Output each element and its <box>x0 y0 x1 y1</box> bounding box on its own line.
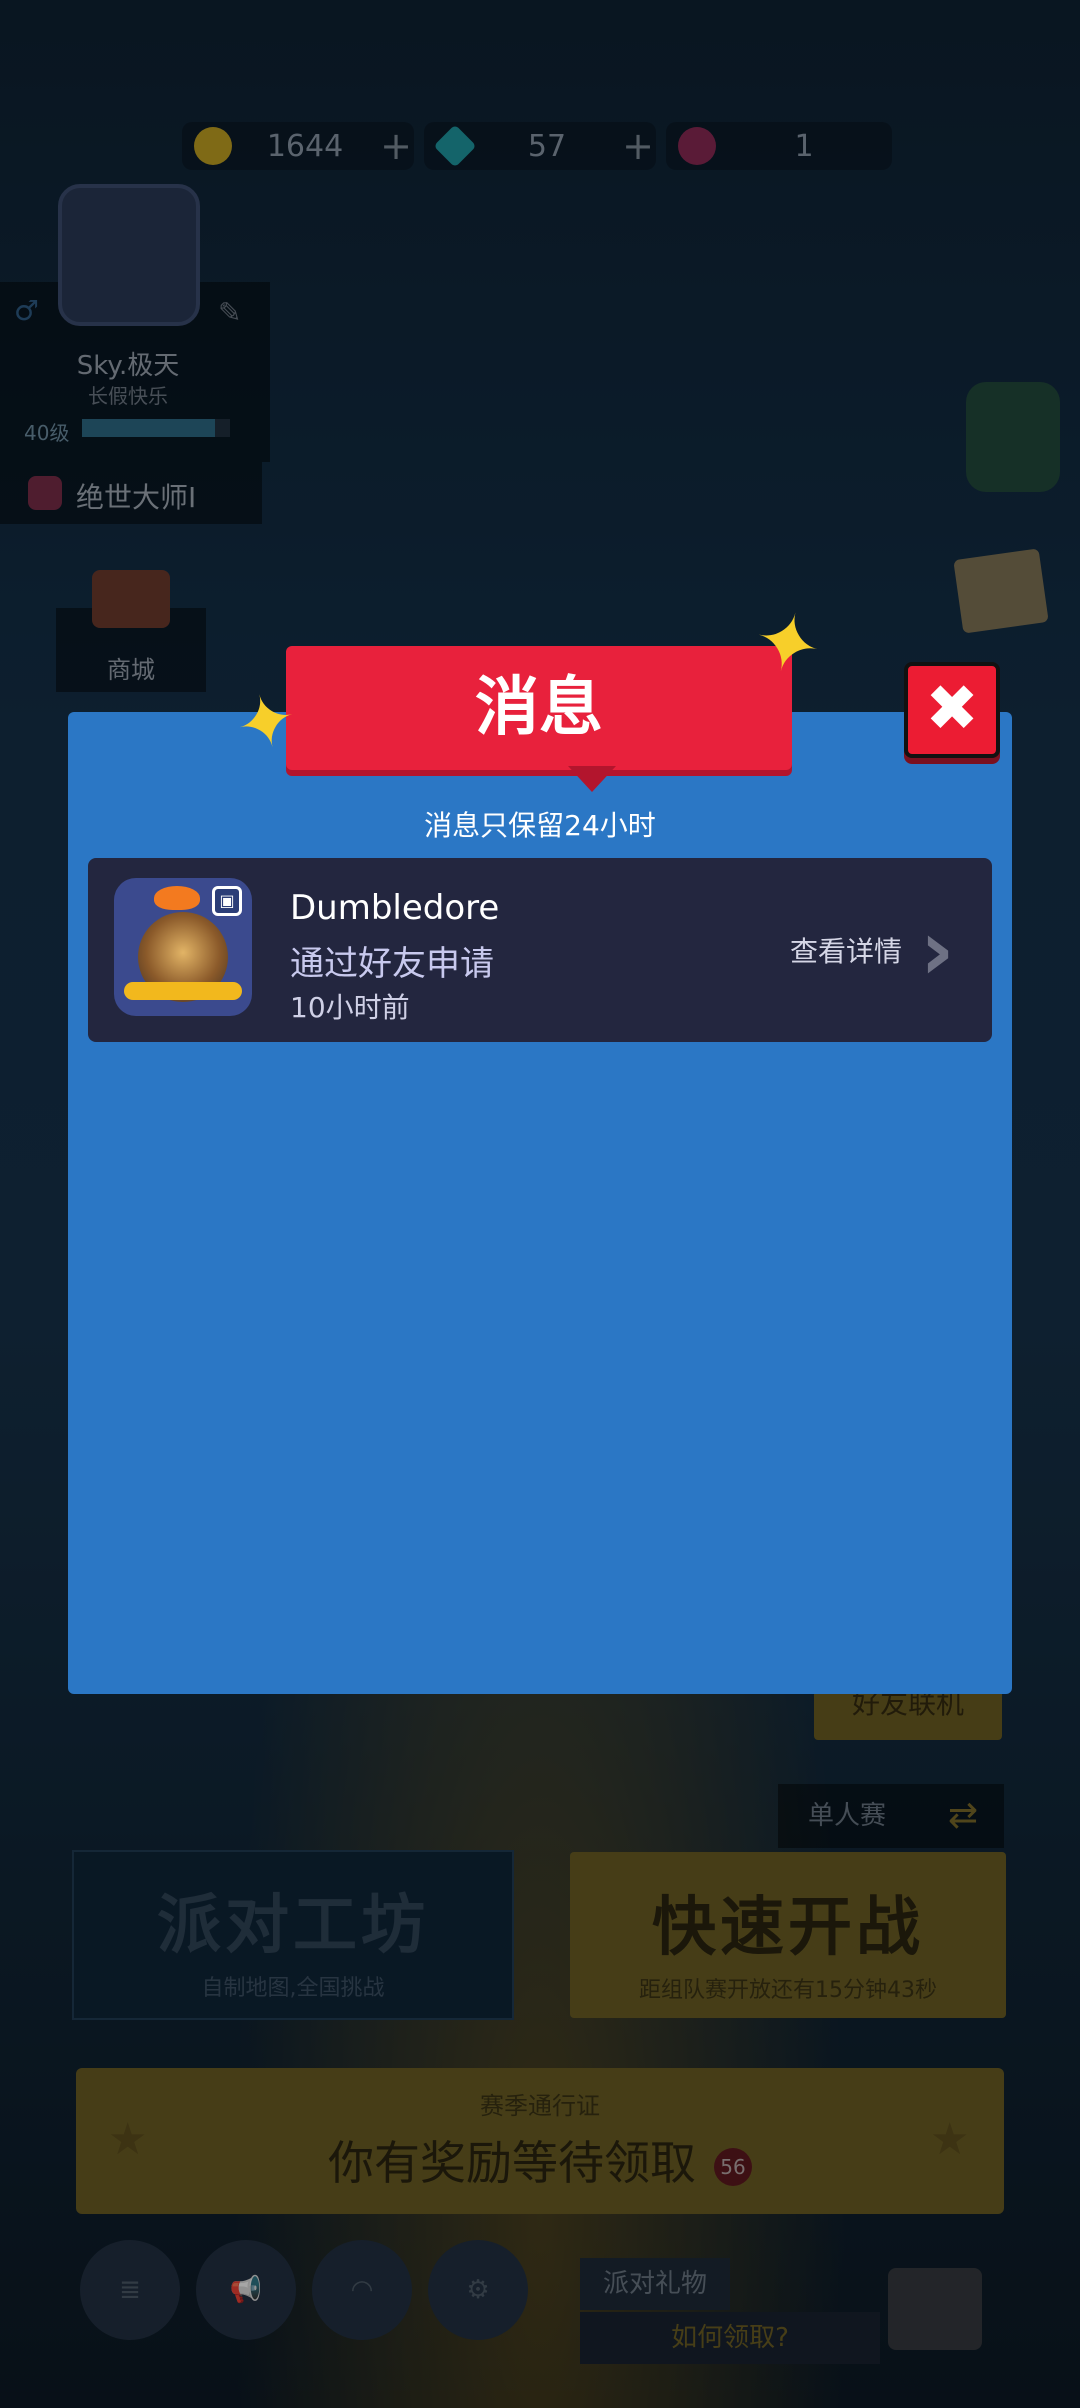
retention-notice: 消息只保留24小时 <box>424 809 656 842</box>
message-time: 10小时前 <box>290 991 410 1024</box>
view-details-link[interactable]: 查看详情 <box>790 930 902 970</box>
sender-name: Dumbledore <box>290 888 500 928</box>
message-text: 通过好友申请 <box>290 944 494 984</box>
dialog-title: 消息 <box>475 671 603 745</box>
qr-icon: ▣ <box>212 886 242 916</box>
chevron-right-icon[interactable]: › <box>920 908 970 992</box>
close-icon[interactable]: ✖ <box>904 662 1000 758</box>
